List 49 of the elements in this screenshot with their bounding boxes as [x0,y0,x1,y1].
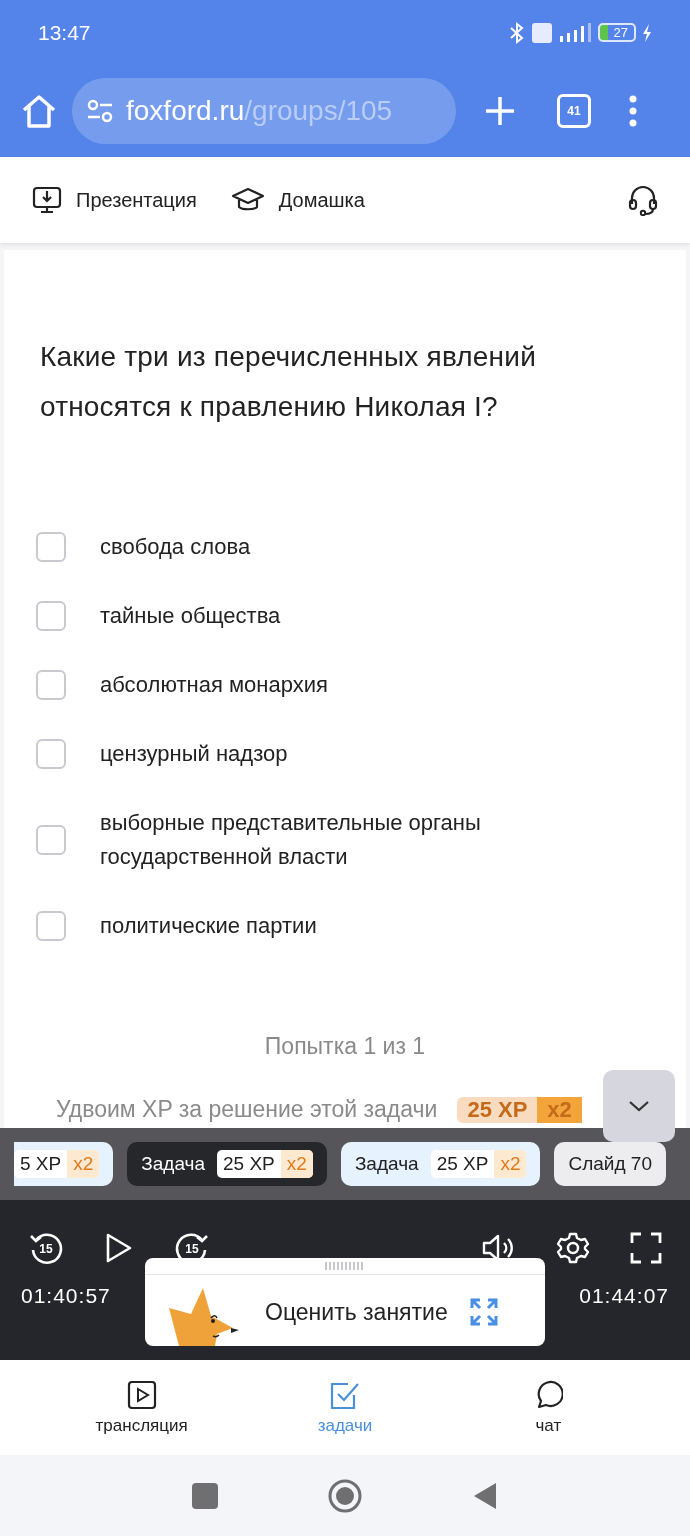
checkbox[interactable] [36,601,66,631]
play-square-icon [126,1379,157,1410]
option-label[interactable]: тайные общества [100,599,281,633]
back-icon[interactable] [472,1481,498,1510]
task-chip[interactable]: Задача 25 XP x2 [340,1142,541,1186]
site-settings-icon[interactable] [86,99,114,123]
chevron-down-icon [627,1099,651,1113]
checkbox[interactable] [36,825,66,855]
attempt-counter: Попытка 1 из 1 [263,1033,427,1060]
scroll-down-button[interactable] [603,1070,675,1142]
play-icon[interactable] [104,1232,134,1264]
option-label[interactable]: политические партии [100,909,317,943]
clock: 13:47 [38,20,91,45]
volte-icon [531,22,552,43]
checkbox[interactable] [36,911,66,941]
nav-tab[interactable]: трансляция [71,1378,212,1437]
checkbox[interactable] [36,670,66,700]
elapsed-time: 01:40:57 [21,1284,111,1308]
headset-icon[interactable] [628,184,658,216]
fox-drawing [169,1288,241,1346]
task-chip[interactable]: 5 XP x2 [14,1142,114,1186]
slide-chip[interactable]: Слайд 70 [554,1142,666,1186]
settings-icon[interactable] [556,1231,590,1265]
monitor-download-icon [32,185,62,215]
toolbar-button[interactable]: Домашка [230,186,365,214]
checkbox[interactable] [36,739,66,769]
url-text: foxford.ru/groups/105 [126,95,393,127]
total-time: 01:44:07 [579,1284,669,1308]
rating-popup[interactable]: Оценить занятие [145,1258,545,1346]
home-icon[interactable] [20,93,58,129]
option-label[interactable]: абсолютная монархия [100,668,328,702]
recents-icon[interactable] [192,1482,218,1509]
nav-tab[interactable]: чат [478,1378,619,1437]
battery-level: 27 [597,23,636,42]
option-label[interactable]: свобода слова [100,530,251,564]
task-chip[interactable]: Задача 25 XP x2 [127,1142,327,1186]
checkbox[interactable] [36,532,66,562]
charging-icon [642,23,652,42]
toolbar-button[interactable]: Презентация [32,185,197,215]
bonus-text: Удвоим XP за решение этой задачи [56,1096,438,1123]
signal-icon [557,21,592,44]
drag-handle-icon[interactable] [325,1262,365,1270]
fullscreen-icon[interactable] [630,1232,662,1264]
option-label[interactable]: цензурный надзор [100,737,288,771]
question-text: Какие три из перечисленных явлений относятся к правлению Николая I? [40,340,537,424]
tab-count[interactable]: 41 [557,94,591,128]
option-label[interactable]: выборные представительные органы государственной власти [100,806,650,874]
expand-icon[interactable] [469,1298,498,1326]
home-button-icon[interactable] [328,1478,362,1513]
